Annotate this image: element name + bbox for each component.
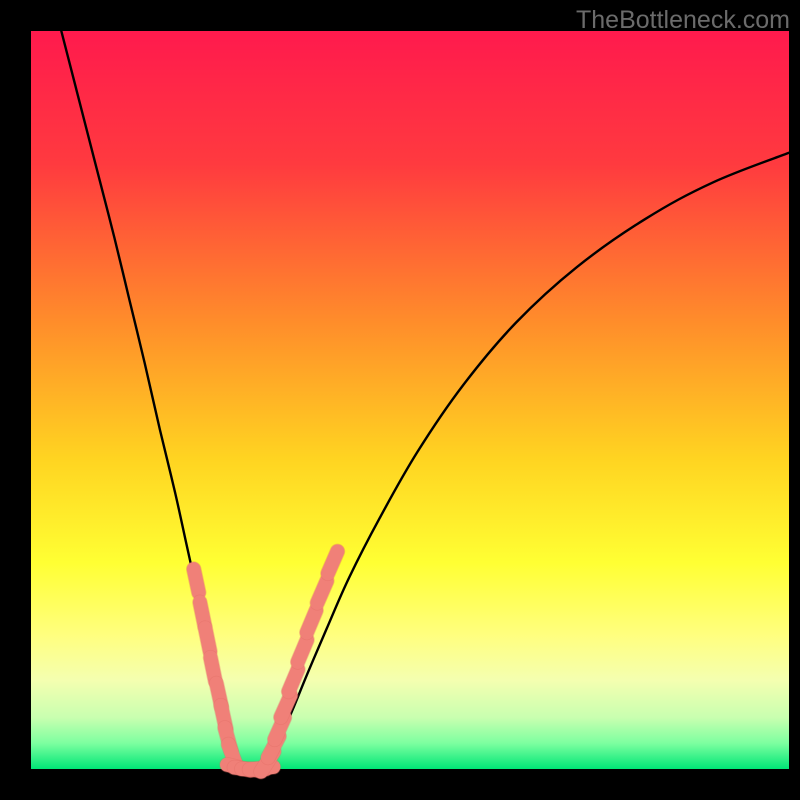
bead [328, 551, 338, 573]
bottleneck-chart [0, 0, 800, 800]
bead [298, 640, 307, 662]
bead [307, 610, 316, 632]
gradient-background [31, 31, 789, 769]
bead [205, 628, 210, 652]
bead [194, 569, 199, 592]
watermark-text: TheBottleneck.com [576, 6, 790, 35]
bead [317, 581, 327, 603]
bead [289, 669, 298, 691]
chart-frame: TheBottleneck.com [0, 0, 800, 800]
